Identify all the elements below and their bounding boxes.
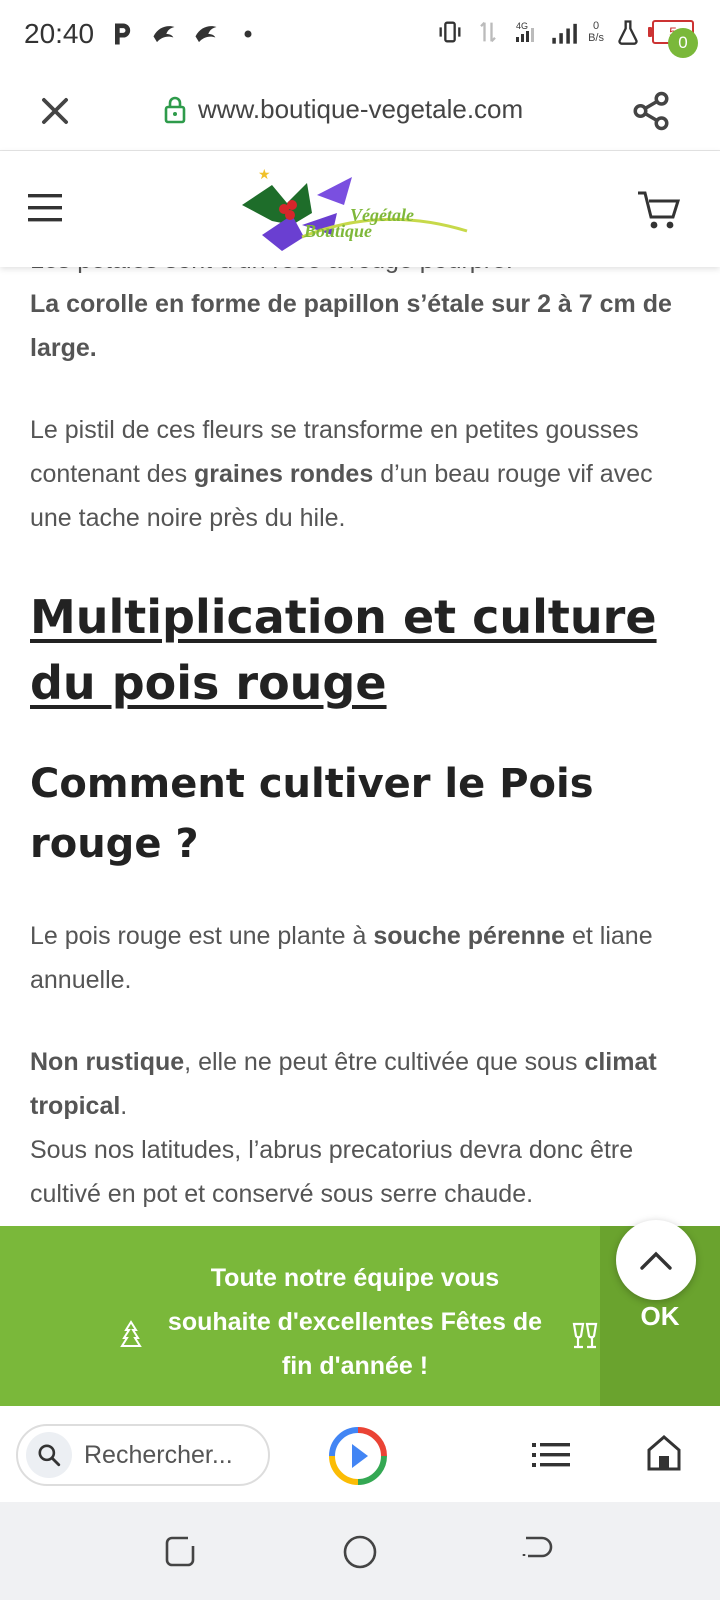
signal-4g-icon: 4G: [516, 21, 535, 42]
site-header: ★ Végétale Boutique: [0, 151, 720, 267]
cart-icon[interactable]: [636, 187, 684, 231]
browser-url-bar: www.boutique-vegetale.com: [0, 72, 720, 151]
status-bar: 20:40 4G 0 B/s 5: [0, 0, 720, 72]
paragraph-perennial: Le pois rouge est une plante à souche pé…: [30, 914, 694, 1002]
clipped-text: Les pétales sont d'un rose à rouge pourp…: [30, 266, 694, 275]
paragraph-perennial-bold: souche pérenne: [373, 922, 566, 950]
section-title-multiplication[interactable]: Multiplication et culture du pois rouge: [30, 584, 694, 716]
search-icon: [38, 1444, 61, 1467]
data-arrows-icon: [480, 21, 496, 43]
search-placeholder: Rechercher...: [84, 1440, 233, 1469]
subtitle-cultivation: Comment cultiver le Pois rouge ?: [30, 761, 594, 867]
paragraph-climate-text-1: , elle ne peut être cultivée que sous: [184, 1048, 585, 1076]
paragraph-climate: Non rustique, elle ne peut être cultivée…: [30, 1040, 694, 1128]
bird-app-icon: [153, 26, 175, 43]
close-icon[interactable]: [36, 92, 74, 130]
logo-text-boutique: Boutique: [303, 221, 372, 241]
flask-icon: [618, 20, 638, 45]
list-menu-icon[interactable]: [532, 1440, 572, 1470]
banner-line-2: souhaite d'excellentes Fêtes de: [167, 1308, 543, 1336]
system-navigation-bar: [0, 1502, 720, 1600]
paragraph-pistil: Le pistil de ces fleurs se transforme en…: [30, 408, 694, 540]
paragraph-corolla: La corolle en forme de papillon s’étale …: [30, 290, 672, 362]
lock-icon: [164, 96, 186, 123]
search-input[interactable]: Rechercher...: [16, 1424, 270, 1486]
recent-apps-icon[interactable]: [164, 1534, 196, 1568]
signal-icon: [552, 23, 577, 44]
article-content: Les pétales sont d'un rose à rouge pourp…: [30, 266, 694, 1216]
status-notification-icons: [108, 20, 262, 48]
parking-app-icon: [115, 23, 131, 45]
bird-app-icon-2: [195, 26, 217, 43]
banner-line-1: Toute notre équipe vous: [210, 1264, 500, 1292]
cart-count-badge: 0: [668, 28, 698, 58]
paragraph-climate-bold-1: Non rustique: [30, 1048, 185, 1076]
net-speed-unit: B/s: [588, 32, 604, 44]
url-display[interactable]: www.boutique-vegetale.com: [164, 94, 523, 125]
home-circle-icon[interactable]: [342, 1534, 378, 1570]
champagne-glasses-icon: [572, 1322, 598, 1349]
hamburger-menu-icon[interactable]: [28, 191, 64, 225]
status-system-icons: 4G 0 B/s 5: [436, 18, 694, 46]
search-icon-wrap: [26, 1432, 72, 1478]
vibrate-icon: [439, 21, 461, 43]
svg-text:★: ★: [258, 166, 271, 182]
clipped-text-line: Les pétales sont d'un rose à rouge pourp…: [30, 266, 694, 276]
share-icon[interactable]: [630, 90, 672, 132]
url-text: www.boutique-vegetale.com: [198, 94, 524, 124]
net-speed: 0 B/s: [588, 20, 604, 44]
paragraph-climate-text-2: .: [120, 1092, 128, 1120]
paragraph-latitudes: Sous nos latitudes, l’abrus precatorius …: [30, 1136, 634, 1208]
play-icon[interactable]: [328, 1426, 388, 1486]
home-icon[interactable]: [646, 1434, 682, 1472]
banner-message: Toute notre équipe vous souhaite d'excel…: [110, 1256, 600, 1388]
back-icon[interactable]: [520, 1534, 554, 1568]
network-type-label: 4G: [516, 21, 528, 31]
status-time: 20:40: [24, 18, 95, 49]
holiday-banner: Toute notre équipe vous souhaite d'excel…: [0, 1226, 720, 1406]
paragraph-pistil-bold: graines rondes: [194, 460, 374, 488]
boutique-vegetale-logo[interactable]: ★ Végétale Boutique: [232, 165, 482, 257]
chevron-up-icon: [640, 1251, 672, 1270]
scroll-to-top-button[interactable]: [616, 1220, 696, 1300]
banner-line-3: fin d'année !: [281, 1352, 429, 1380]
dot-icon: [244, 30, 252, 38]
bottom-toolbar: Rechercher...: [0, 1406, 720, 1502]
net-speed-value: 0: [592, 20, 600, 32]
paragraph-perennial-text-1: Le pois rouge est une plante à: [30, 922, 374, 950]
